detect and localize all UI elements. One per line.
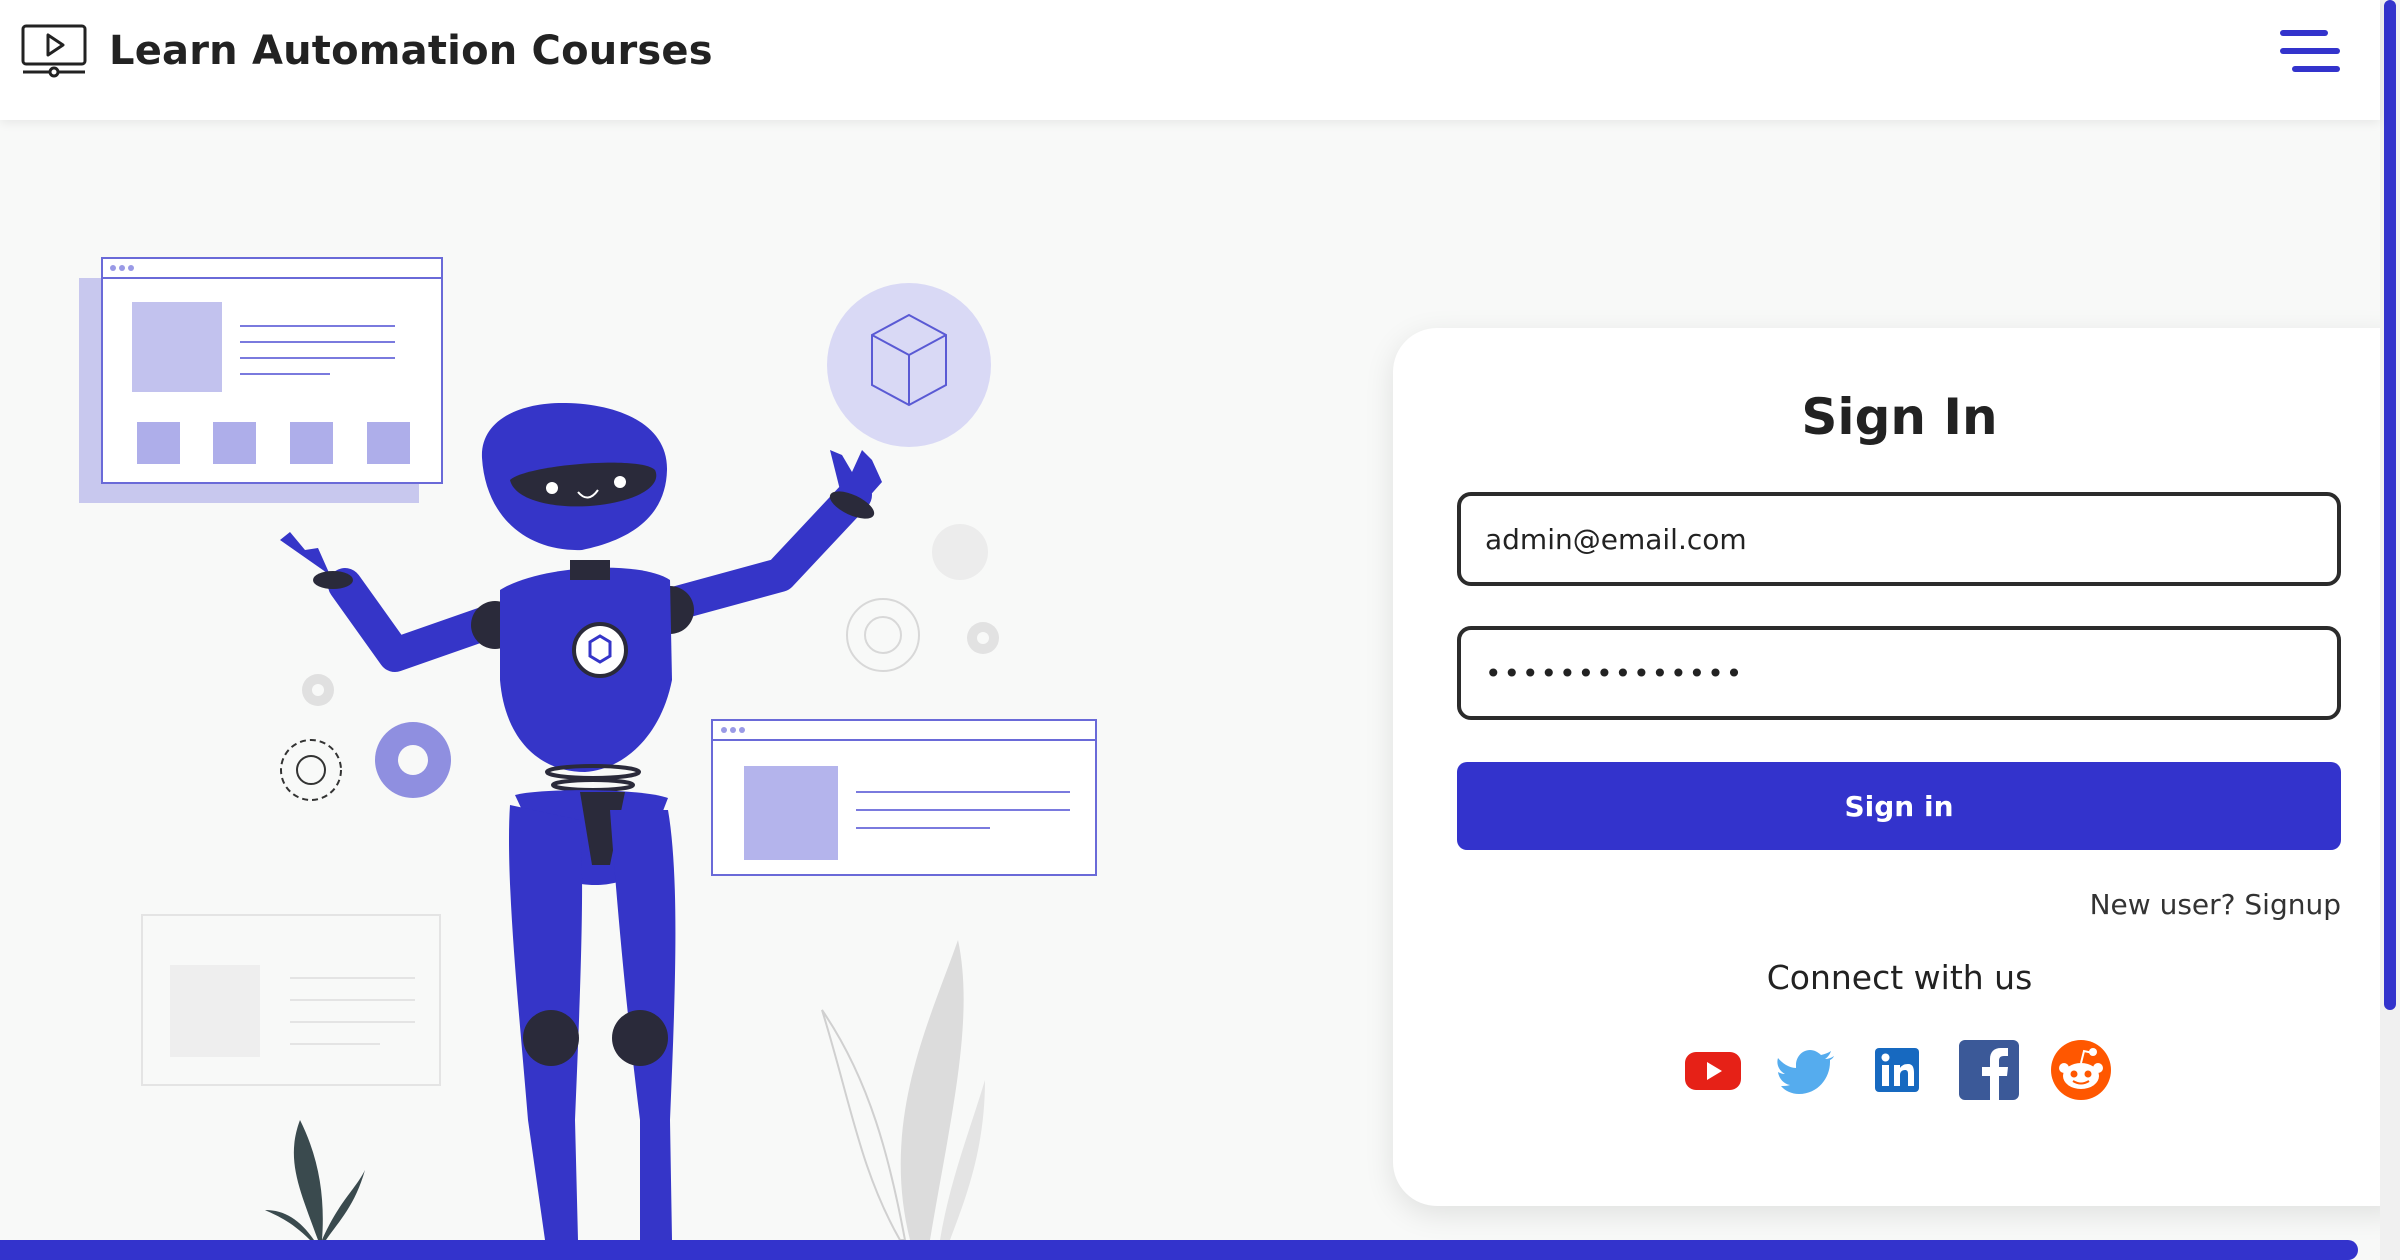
- youtube-icon[interactable]: [1683, 1040, 1743, 1100]
- reddit-icon[interactable]: [2051, 1040, 2111, 1100]
- video-monitor-icon: [21, 24, 87, 78]
- signup-link-row: New user? Signup: [2090, 888, 2341, 921]
- scrollbar-thumb[interactable]: [2384, 0, 2396, 1010]
- navbar: Learn Automation Courses: [0, 0, 2380, 120]
- linkedin-icon[interactable]: [1867, 1040, 1927, 1100]
- signin-card: Sign In Sign in New user? Signup Connect…: [1393, 328, 2400, 1206]
- brand-title: Learn Automation Courses: [109, 28, 713, 74]
- signin-title: Sign In: [1801, 388, 1998, 446]
- hamburger-menu-icon[interactable]: [2278, 30, 2342, 72]
- connect-title: Connect with us: [1766, 958, 2033, 997]
- signin-button[interactable]: Sign in: [1457, 762, 2341, 850]
- signup-link[interactable]: New user? Signup: [2090, 888, 2341, 921]
- email-field[interactable]: [1457, 492, 2341, 586]
- password-field[interactable]: [1457, 626, 2341, 720]
- browser-window-faint: [141, 914, 441, 1086]
- gears-left: [280, 674, 451, 801]
- plant-grey: [821, 940, 985, 1240]
- browser-window-illustration: [79, 257, 443, 503]
- horizontal-scrollbar[interactable]: [0, 1240, 2358, 1260]
- social-links: [1683, 1040, 2111, 1100]
- browser-window-small: [711, 719, 1097, 876]
- brand[interactable]: Learn Automation Courses: [21, 24, 713, 78]
- cube-bubble: [827, 283, 991, 447]
- twitter-icon[interactable]: [1775, 1040, 1835, 1100]
- gears-faint: [846, 524, 999, 672]
- robot-illustration: [79, 257, 1097, 1240]
- facebook-icon[interactable]: [1959, 1040, 2019, 1100]
- plant-dark: [265, 1120, 365, 1240]
